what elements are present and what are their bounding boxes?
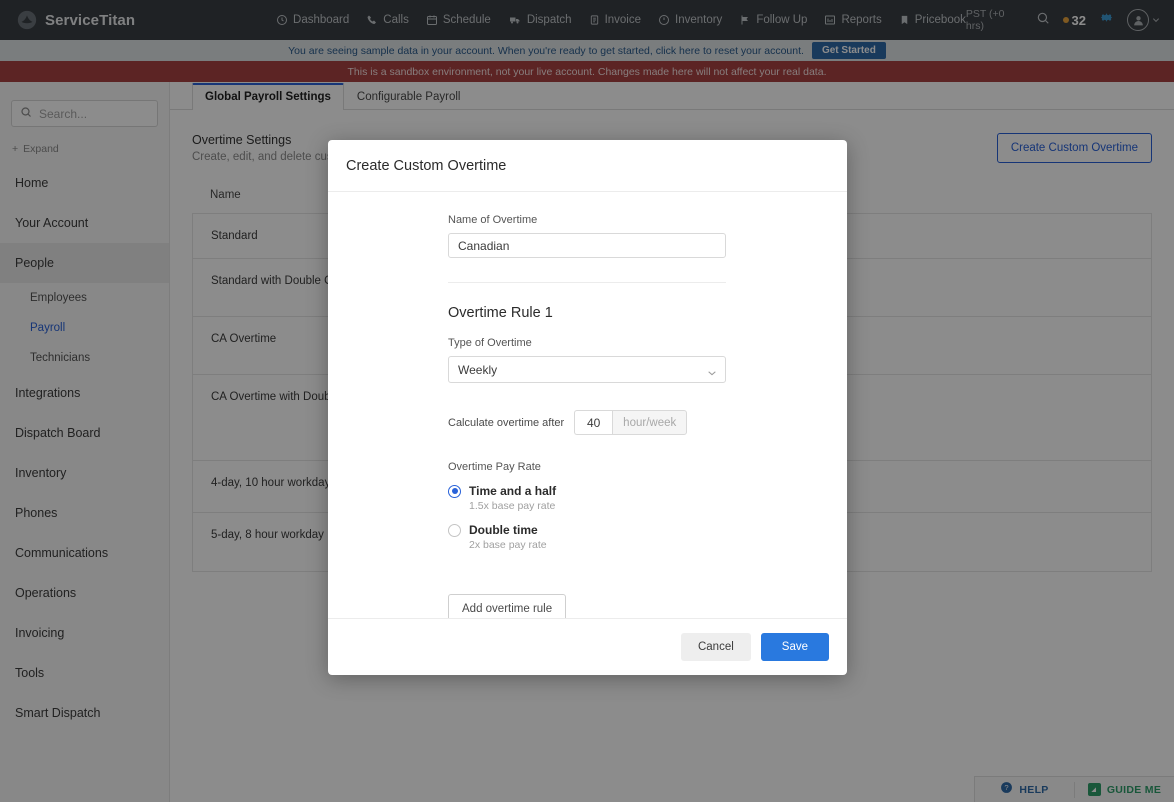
add-overtime-rule-button[interactable]: Add overtime rule — [448, 594, 567, 618]
radio-label: Double time — [469, 523, 538, 537]
radio-button-double-time[interactable] — [448, 523, 461, 537]
pay-rate-option-time-and-a-half[interactable]: Time and a half 1.5x base pay rate — [448, 484, 726, 512]
cancel-button[interactable]: Cancel — [680, 633, 751, 661]
radio-row: Double time — [448, 523, 726, 537]
modal-form: Name of Overtime Overtime Rule 1 Type of… — [448, 214, 726, 618]
calculate-overtime-after-input[interactable] — [574, 410, 613, 435]
calculate-overtime-after-label: Calculate overtime after — [448, 416, 565, 429]
calculate-overtime-after-group: hour/week — [574, 410, 688, 435]
name-of-overtime-input[interactable] — [448, 233, 726, 258]
radio-sublabel: 1.5x base pay rate — [469, 500, 556, 512]
app-root: ServiceTitan Dashboard Calls Schedule Di… — [0, 0, 1174, 802]
radio-row: Time and a half — [448, 484, 726, 498]
radio-sublabel: 2x base pay rate — [469, 539, 547, 551]
save-button[interactable]: Save — [760, 633, 829, 661]
pay-rate-option-double-time[interactable]: Double time 2x base pay rate — [448, 523, 726, 551]
modal-footer: Cancel Save — [328, 618, 847, 675]
create-custom-overtime-modal: Create Custom Overtime Name of Overtime … — [328, 140, 847, 675]
modal-body: Name of Overtime Overtime Rule 1 Type of… — [328, 192, 847, 618]
type-of-overtime-value: Weekly — [458, 362, 498, 377]
type-of-overtime-select-wrap: Weekly — [448, 356, 726, 383]
type-of-overtime-label: Type of Overtime — [448, 337, 532, 349]
overtime-rule-title: Overtime Rule 1 — [448, 305, 553, 321]
modal-header: Create Custom Overtime — [328, 140, 847, 192]
form-divider — [448, 282, 726, 283]
calculate-overtime-after-unit: hour/week — [612, 410, 688, 435]
radio-button-time-and-a-half[interactable] — [448, 484, 461, 498]
overtime-pay-rate-label: Overtime Pay Rate — [448, 461, 541, 473]
radio-label: Time and a half — [469, 484, 557, 498]
calculate-overtime-after-row: Calculate overtime after hour/week — [448, 410, 726, 435]
modal-title: Create Custom Overtime — [346, 157, 507, 174]
type-of-overtime-select[interactable]: Weekly — [448, 356, 726, 383]
name-of-overtime-label: Name of Overtime — [448, 214, 538, 226]
